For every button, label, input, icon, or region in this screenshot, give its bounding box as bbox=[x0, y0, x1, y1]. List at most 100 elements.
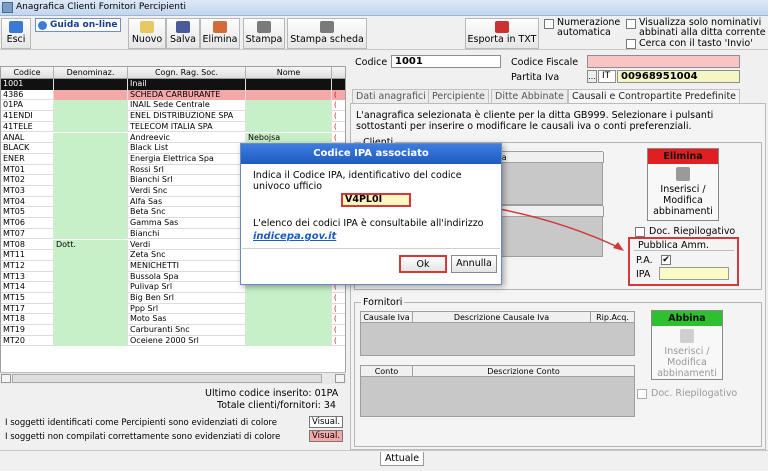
cell-nome bbox=[246, 121, 332, 133]
codice-ipa-dialog: Codice IPA associato Indica il Codice IP… bbox=[240, 143, 502, 285]
cell-cogn: Bussola Spa bbox=[128, 271, 246, 283]
visualizza-checkbox[interactable] bbox=[626, 19, 636, 29]
scroll-left-icon[interactable] bbox=[1, 374, 11, 383]
app-icon bbox=[2, 2, 13, 13]
partita-iva-lookup-button[interactable]: … bbox=[587, 70, 597, 83]
tab-percipiente[interactable]: Percipiente bbox=[428, 89, 489, 103]
exit-icon bbox=[9, 21, 23, 33]
doc-riepilogativo-checkbox[interactable] bbox=[635, 227, 645, 237]
ok-button[interactable]: Ok bbox=[399, 255, 447, 273]
cell-denominaz: Dott. bbox=[54, 239, 128, 251]
esci-button[interactable]: Esci bbox=[1, 18, 31, 49]
dialog-divider bbox=[242, 248, 500, 249]
cell-cogn: Zeta Snc bbox=[128, 250, 246, 261]
col-header-denominaz[interactable]: Denominaz. bbox=[54, 67, 128, 79]
nuovo-button[interactable]: Nuovo bbox=[128, 18, 166, 49]
cell-codice: MT13 bbox=[1, 271, 54, 283]
cell-denominaz bbox=[54, 153, 128, 165]
codice-fiscale-field[interactable] bbox=[587, 55, 740, 68]
cell-codice: MT08 bbox=[1, 239, 54, 251]
cell-cogn: Verdi bbox=[128, 239, 246, 251]
cell-nome bbox=[246, 100, 332, 112]
cell-cogn: Andreevic bbox=[128, 132, 246, 144]
table-row[interactable]: 1001 Inail bbox=[1, 79, 345, 90]
cell-codice: MT07 bbox=[1, 228, 54, 240]
scroll-right-icon[interactable] bbox=[335, 374, 345, 383]
cell-codice: MT20 bbox=[1, 335, 54, 347]
elimina-button[interactable]: Elimina bbox=[200, 18, 240, 49]
cell-denominaz bbox=[54, 228, 128, 240]
col-header-nome[interactable]: Nome bbox=[246, 67, 332, 79]
edit-icon bbox=[676, 167, 690, 181]
codice-ipa-input[interactable]: V4PL0I bbox=[341, 193, 411, 207]
salva-button[interactable]: Salva bbox=[166, 18, 200, 49]
tab-causali-contropartite[interactable]: Causali e Contropartite Predefinite bbox=[568, 89, 741, 103]
fornitori-conto-table[interactable]: Conto Descrizione Conto bbox=[360, 365, 635, 417]
table-row[interactable]: MT19 Carburanti Snc ( bbox=[1, 325, 345, 336]
abbina-button[interactable]: Abbina Inserisci / Modifica abbinamenti bbox=[651, 310, 723, 380]
guida-online-button[interactable]: Guida on-line bbox=[35, 18, 121, 32]
cell-denominaz bbox=[54, 79, 128, 90]
table-row[interactable]: MT17 Ppp Srl ( bbox=[1, 303, 345, 315]
partita-iva-field[interactable]: 00968951004 bbox=[617, 70, 740, 83]
pa-checkbox[interactable]: ✔ bbox=[661, 255, 671, 265]
col-header-cognome[interactable]: Cogn. Rag. Soc. bbox=[128, 67, 246, 79]
cell-flag bbox=[332, 79, 345, 90]
doc-riepilogativo-forn-checkbox[interactable] bbox=[637, 389, 647, 399]
tab-dati-anagrafici[interactable]: Dati anagrafici bbox=[352, 89, 430, 103]
codice-field[interactable]: 1001 bbox=[391, 55, 501, 68]
table-row[interactable]: 4386 SCHEDA CARBURANTE ( bbox=[1, 89, 345, 101]
delete-icon bbox=[213, 21, 227, 33]
visual-non-compilati-button[interactable]: Visual. bbox=[309, 430, 343, 442]
cell-denominaz bbox=[54, 111, 128, 122]
cell-flag: ( bbox=[332, 325, 345, 336]
cell-nome bbox=[246, 111, 332, 122]
cell-codice: 41ENDI bbox=[1, 111, 54, 122]
cell-cogn: Bianchi Srl bbox=[128, 175, 246, 186]
table-row[interactable]: MT18 Moto Sas ( bbox=[1, 314, 345, 326]
table-row[interactable]: 41ENDI ENEL DISTRIBUZIONE SPA ( bbox=[1, 111, 345, 122]
cell-denominaz bbox=[54, 196, 128, 208]
table-row[interactable]: 01PA INAIL Sede Centrale ( bbox=[1, 100, 345, 112]
partita-iva-prefix[interactable]: IT bbox=[598, 70, 616, 83]
cell-denominaz bbox=[54, 207, 128, 219]
cell-cogn: Ppp Srl bbox=[128, 303, 246, 315]
scroll-thumb[interactable] bbox=[12, 374, 322, 383]
codice-fiscale-label: Codice Fiscale bbox=[511, 57, 579, 68]
indicepa-link[interactable]: indicepa.gov.it bbox=[253, 231, 336, 242]
annulla-button[interactable]: Annulla bbox=[451, 255, 497, 273]
cell-flag: ( bbox=[332, 111, 345, 122]
visualizza-label-2: abbinati alla ditta corrente bbox=[639, 27, 766, 38]
cerca-checkbox[interactable] bbox=[626, 39, 636, 49]
visual-percipienti-button[interactable]: Visual. bbox=[309, 416, 343, 428]
totale-clienti: Totale clienti/fornitori: 34 bbox=[217, 400, 336, 411]
grid-horizontal-scrollbar[interactable] bbox=[0, 372, 346, 384]
col-header-codice[interactable]: Codice bbox=[1, 67, 54, 79]
cell-denominaz bbox=[54, 303, 128, 315]
doc-riepilogativo-label: Doc. Riepilogativo bbox=[649, 226, 736, 237]
attuale-tab[interactable]: Attuale bbox=[380, 452, 424, 466]
tab-ditte-abbinate[interactable]: Ditte Abbinate bbox=[491, 89, 568, 103]
table-row[interactable]: MT15 Big Ben Srl ( bbox=[1, 293, 345, 304]
elimina-abbinamento-button[interactable]: Elimina Inserisci / Modifica abbinamenti bbox=[647, 148, 719, 221]
cell-denominaz bbox=[54, 282, 128, 293]
table-row[interactable]: 41TELE TELECOM ITALIA SPA ( bbox=[1, 121, 345, 133]
esporta-txt-button[interactable]: Esporta in TXT bbox=[465, 18, 539, 49]
numerazione-checkbox[interactable] bbox=[544, 19, 554, 29]
stampa-button[interactable]: Stampa bbox=[243, 18, 285, 49]
cell-codice: ANAL bbox=[1, 132, 54, 144]
doc-riepilogativo-forn-label: Doc. Riepilogativo bbox=[651, 388, 738, 399]
cell-denominaz bbox=[54, 314, 128, 326]
cell-nome bbox=[246, 314, 332, 326]
cell-denominaz bbox=[54, 271, 128, 283]
table-row[interactable]: ANAL Andreevic Nebojsa( bbox=[1, 132, 345, 144]
cell-denominaz bbox=[54, 325, 128, 336]
cell-cogn: Moto Sas bbox=[128, 314, 246, 326]
stampa-scheda-button[interactable]: Stampa scheda bbox=[287, 18, 367, 49]
table-row[interactable]: MT20 Oceiene 2000 Srl ( bbox=[1, 335, 345, 347]
ipa-input[interactable] bbox=[659, 267, 729, 280]
fornitori-causale-table[interactable]: Causale Iva Descrizione Causale Iva Rip.… bbox=[360, 311, 635, 356]
cell-nome bbox=[246, 325, 332, 336]
forn-col-rip-acq: Rip.Acq. bbox=[591, 312, 635, 323]
print-sheet-icon bbox=[320, 21, 334, 33]
